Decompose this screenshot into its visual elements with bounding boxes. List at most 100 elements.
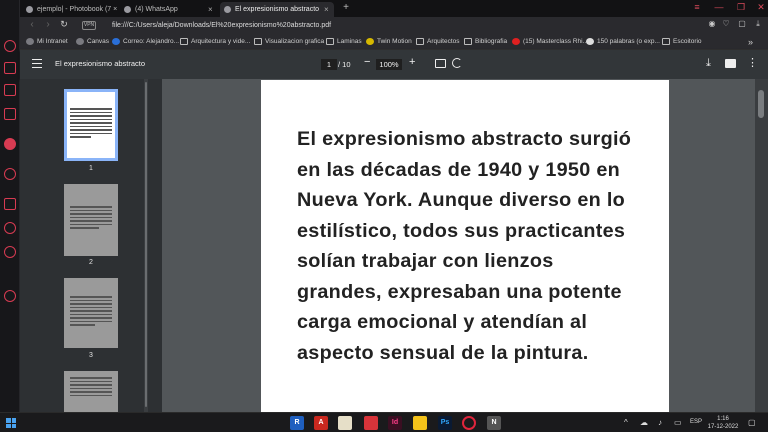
outlook-icon	[112, 38, 120, 45]
file-explorer-icon[interactable]	[413, 416, 427, 430]
notion-icon[interactable]: N	[487, 416, 501, 430]
thumbnail-text	[70, 206, 112, 231]
tab-photobook[interactable]: ejemplo| - Photobook (7 ×	[22, 2, 118, 17]
tab-pdf[interactable]: El expresionismo abstracto ×	[220, 2, 334, 17]
home-icon[interactable]	[4, 62, 16, 74]
bookmark-canvas[interactable]: Canvas	[76, 36, 109, 48]
zoom-out-button[interactable]: −	[364, 56, 370, 68]
bookmark-masterclass[interactable]: (15) Masterclass Rhi...	[512, 36, 588, 48]
history-icon[interactable]	[4, 168, 16, 180]
tab-bar: ejemplo| - Photobook (7 × (4) WhatsApp ×…	[20, 0, 768, 17]
network-icon[interactable]: ▭	[674, 418, 682, 427]
photoshop-icon[interactable]: Ps	[438, 416, 452, 430]
thumbnail-page-2[interactable]	[64, 184, 118, 256]
close-window-button[interactable]: ✕	[754, 2, 768, 13]
wallet-icon[interactable]: ▢	[736, 19, 748, 28]
more-bookmarks-icon[interactable]: »	[748, 36, 753, 48]
bookmark-bibliografia[interactable]: Bibliografia	[464, 36, 507, 48]
bookmark-arquitectura[interactable]: Arquitectura y vide...	[180, 36, 250, 48]
whatsapp-tab-icon	[124, 6, 131, 13]
address-bar: ‹ › ↻ VPN file:///C:/Users/aleja/Downloa…	[20, 17, 768, 34]
heart-bookmark-icon[interactable]: ♡	[720, 19, 732, 28]
notifications-icon[interactable]: ▢	[748, 418, 756, 427]
page-total: / 10	[338, 60, 351, 69]
forward-icon[interactable]: ›	[42, 19, 54, 30]
bookmark-escritorio[interactable]: Escoitorio	[662, 36, 702, 48]
thumbnail-page-4[interactable]	[64, 371, 118, 412]
bookmark-visualizacion[interactable]: Visualizacion grafica	[254, 36, 324, 48]
bookmark-laminas[interactable]: Laminas	[326, 36, 362, 48]
tab-whatsapp[interactable]: (4) WhatsApp ×	[120, 2, 218, 17]
sketchup-icon[interactable]	[364, 416, 378, 430]
indesign-icon[interactable]: Id	[388, 416, 402, 430]
minimize-button[interactable]: —	[712, 2, 726, 12]
bookmark-150-palabras[interactable]: 150 palabras (o exp...	[586, 36, 660, 48]
print-icon[interactable]	[725, 59, 736, 68]
thumbnail-text	[70, 108, 112, 140]
opera-gx-icon[interactable]	[462, 416, 476, 430]
youtube-icon	[512, 38, 520, 45]
sketch-icon[interactable]	[338, 416, 352, 430]
revit-icon[interactable]: R	[290, 416, 304, 430]
vpn-badge[interactable]: VPN	[82, 21, 96, 30]
document-title: El expresionismo abstracto	[55, 59, 146, 68]
more-options-icon[interactable]: ⋮	[747, 56, 758, 69]
bookmarks-bar: Mi Intranet Canvas Correo: Alejandro... …	[20, 34, 768, 50]
opera-icon[interactable]	[4, 40, 16, 52]
new-tab-button[interactable]: +	[340, 2, 352, 13]
photobook-icon	[26, 6, 33, 13]
maximize-button[interactable]: ❐	[734, 2, 748, 13]
folder-icon	[416, 38, 424, 45]
reload-icon[interactable]: ↻	[58, 19, 70, 30]
thumbnail-pane: 1 2 3	[20, 79, 162, 412]
page-body-text: El expresionismo abstracto surgió en las…	[297, 128, 632, 364]
thumbnail-scrollbar-thumb[interactable]	[145, 82, 147, 407]
bookmark-twin-motion[interactable]: Twin Motion	[366, 36, 412, 48]
zoom-in-button[interactable]: +	[409, 56, 415, 68]
page-number-input[interactable]: 1	[321, 59, 337, 70]
thumbnail-number: 3	[89, 352, 93, 359]
pdf-toolbar: El expresionismo abstracto 1 / 10 − 100%…	[20, 50, 768, 79]
zoom-input[interactable]: 100%	[376, 59, 402, 70]
fit-page-icon[interactable]	[435, 59, 446, 68]
twinmotion-icon	[366, 38, 374, 45]
heart-icon[interactable]	[4, 222, 16, 234]
cloud-icon[interactable]: ☁	[640, 418, 648, 427]
bookmark-arquitectos[interactable]: Arquitectos	[416, 36, 460, 48]
clock-icon[interactable]	[4, 246, 16, 258]
apps-icon[interactable]	[4, 198, 16, 210]
thumbnail-page-1[interactable]	[64, 89, 118, 161]
settings-icon[interactable]	[4, 290, 16, 302]
tray-overflow-icon[interactable]: ^	[624, 418, 628, 427]
close-tab-icon[interactable]: ×	[208, 2, 213, 17]
back-icon[interactable]: ‹	[26, 19, 38, 30]
bookmark-mi-intranet[interactable]: Mi Intranet	[26, 36, 68, 48]
menu-icon[interactable]	[32, 59, 42, 68]
easy-setup-icon[interactable]: ≡	[690, 2, 704, 12]
rotate-icon[interactable]	[452, 58, 462, 68]
thumbnail-text	[70, 377, 112, 398]
language-indicator[interactable]: ESP	[690, 419, 702, 425]
folder-icon	[180, 38, 188, 45]
bookmark-correo[interactable]: Correo: Alejandro...	[112, 36, 179, 48]
url-field[interactable]: file:///C:/Users/aleja/Downloads/El%20ex…	[112, 19, 702, 32]
extensions-icon[interactable]	[4, 84, 16, 96]
windows-start-icon[interactable]	[6, 418, 16, 428]
pdf-tab-icon	[224, 6, 231, 13]
whatsapp-icon[interactable]	[4, 138, 16, 150]
download-icon[interactable]: ⤓	[706, 57, 711, 70]
folder-icon	[464, 38, 472, 45]
clock[interactable]: 1:16 17-12-2022	[706, 415, 740, 431]
autocad-icon[interactable]: A	[314, 416, 328, 430]
volume-icon[interactable]: ♪	[658, 418, 662, 427]
thumbnail-page-3[interactable]	[64, 278, 118, 348]
thumbnail-number: 1	[89, 165, 93, 172]
viewer-scrollbar[interactable]	[755, 79, 768, 412]
download-bar-icon[interactable]: ⤓	[752, 19, 764, 29]
camera-icon[interactable]: ◉	[706, 19, 718, 28]
close-tab-icon[interactable]: ×	[324, 2, 329, 17]
viewer-scrollbar-thumb[interactable]	[758, 90, 764, 118]
twitch-icon[interactable]	[4, 108, 16, 120]
thumbnail-text	[70, 296, 112, 328]
canvas-icon	[76, 38, 84, 45]
